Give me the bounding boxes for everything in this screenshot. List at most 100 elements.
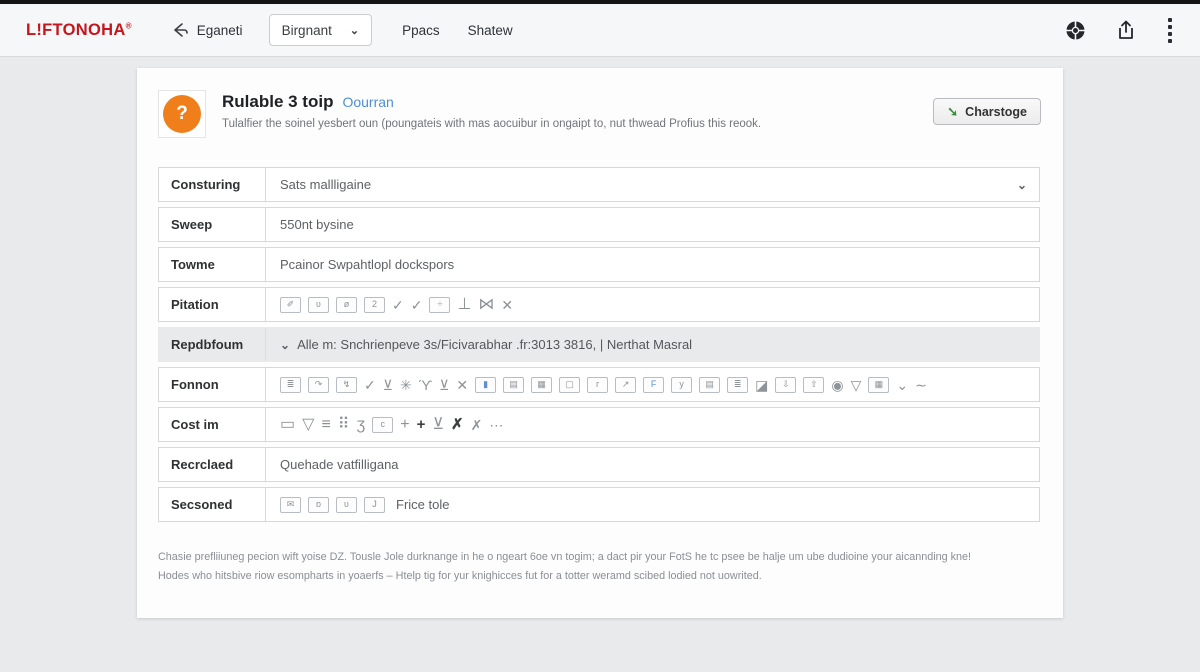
form-row: Fonnon ≣ ↷ ↯ ✓ ⊻ ✳ ϓ ⊻ ✕ ▮ ▤ ▦ ▢ г ↗ Fy ▤ ≣ ◪ ⇩ ⇧ ◉ ▽ ▦ ⌄ ∼: [158, 367, 1040, 402]
cross-bold-icon[interactable]: ✗: [451, 417, 464, 432]
card-icon[interactable]: 2: [364, 297, 385, 313]
icons-row-text: Frice tole: [396, 497, 449, 512]
row-value: ✐ ʋø2 ✓ ✓ ÷ ⊥ ⋈ ✕: [266, 288, 1039, 321]
nav-item-shatew[interactable]: Shatew: [468, 23, 513, 38]
row-value[interactable]: Sats mallligaine ⌄: [266, 168, 1039, 201]
sheet-icon[interactable]: ▦: [868, 377, 889, 393]
flip-horizontal-icon[interactable]: ⋈: [478, 297, 494, 313]
topbar-dropdown[interactable]: Birgnant ⌄: [269, 14, 373, 46]
triangle-icon[interactable]: ▽: [302, 417, 314, 433]
row-label: Pitation: [159, 288, 266, 321]
row-label: Recrclaed: [159, 448, 266, 481]
close-icon[interactable]: ✕: [501, 298, 513, 312]
text-value: Pcainor Swpahtlopl dockspors: [280, 257, 454, 272]
footer-line-2: Hodes who hitsbive riow esompharts in yo…: [158, 567, 1040, 586]
card-icon[interactable]: ✐: [280, 297, 301, 313]
column-blue-icon[interactable]: ▮: [475, 377, 496, 393]
download-icon[interactable]: ⇩: [775, 377, 796, 393]
card-icon[interactable]: ɒ: [308, 497, 329, 513]
globe-icon[interactable]: [1065, 20, 1086, 41]
align-icon[interactable]: ≡: [321, 417, 330, 433]
notes-icon[interactable]: ≣: [280, 377, 301, 393]
trend-icon[interactable]: ↗: [615, 377, 636, 393]
script-icon[interactable]: ʒ: [357, 417, 366, 433]
flag-blue-icon[interactable]: F: [643, 377, 664, 393]
close-icon[interactable]: ✕: [456, 378, 468, 392]
dots-grid-icon[interactable]: ⠿: [338, 417, 350, 433]
topbar: L!FTONOHA® Eganeti Birgnant ⌄ Ppacs Shat…: [0, 4, 1200, 57]
cross-icon[interactable]: ✗: [471, 418, 483, 432]
nav-item-ppacs[interactable]: Ppacs: [402, 23, 440, 38]
check-underline-icon[interactable]: ⊻: [432, 417, 444, 433]
card-icon[interactable]: ✉: [280, 497, 301, 513]
tilde-icon[interactable]: ∼: [915, 378, 927, 392]
row-label: Repdbfoum: [159, 328, 266, 361]
charstoge-button-label: Charstoge: [965, 105, 1027, 119]
form-row: Sweep550nt bysine: [158, 207, 1040, 242]
brand-logo[interactable]: L!FTONOHA®: [26, 21, 132, 40]
lines-icon[interactable]: ≣: [727, 377, 748, 393]
rectangle-icon[interactable]: ▭: [280, 417, 295, 433]
summary-text: Alle m: Snchrienpeve 3s/Ficivarabhar .fr…: [297, 337, 692, 352]
chevron-down-icon: ⌄: [350, 24, 359, 37]
back-arrow-icon: [172, 22, 190, 38]
divide-icon[interactable]: ÷: [429, 297, 450, 313]
redo-icon[interactable]: ↷: [308, 377, 329, 393]
card-icon[interactable]: ʋ: [308, 297, 329, 313]
avatar: ?: [163, 95, 201, 133]
row-label: Secsoned: [159, 488, 266, 521]
share-icon[interactable]: [1116, 19, 1136, 41]
back-button[interactable]: Eganeti: [172, 22, 243, 38]
brush-icon[interactable]: ◪: [755, 378, 768, 392]
check-underline-icon[interactable]: ⊻: [439, 378, 449, 392]
grid-icon[interactable]: ▦: [531, 377, 552, 393]
card-header: ? Rulable 3 toip Oourran Tulalfier the s…: [137, 68, 1063, 138]
row-value[interactable]: Pcainor Swpahtlopl dockspors: [266, 248, 1039, 281]
form-row: Repdbfoum ⌄ Alle m: Snchrienpeve 3s/Ficiva…: [158, 327, 1040, 362]
form-row: Secsoned ✉ ɒʋJ Frice tole: [158, 487, 1040, 522]
bracket-icon[interactable]: J: [364, 497, 385, 513]
avatar-frame: ?: [158, 90, 206, 138]
form-row: Pitation ✐ ʋø2 ✓ ✓ ÷ ⊥ ⋈ ✕: [158, 287, 1040, 322]
plus-icon[interactable]: +: [400, 417, 409, 433]
brand-trademark: ®: [126, 21, 132, 30]
funnel-icon[interactable]: ▽: [851, 378, 862, 392]
row-value[interactable]: ⌄ Alle m: Snchrienpeve 3s/Ficivarabhar .f…: [266, 328, 1039, 361]
chevron-down-icon: ⌄: [280, 338, 290, 352]
plus-bold-icon[interactable]: +: [417, 417, 426, 432]
send-icon: ➘: [947, 105, 958, 118]
y-axis-icon[interactable]: y: [671, 377, 692, 393]
empty-frame-icon[interactable]: ▢: [559, 377, 580, 393]
key-icon[interactable]: ↯: [336, 377, 357, 393]
check-icon[interactable]: ✓: [364, 378, 376, 392]
asterisk-icon[interactable]: ✳: [400, 378, 412, 392]
chevron-down-icon: ⌄: [1017, 178, 1027, 192]
footer-note: Chasie prefliiuneg pecion wift yoise DZ.…: [158, 548, 1040, 586]
table-icon[interactable]: ▤: [503, 377, 524, 393]
corner-icon[interactable]: г: [587, 377, 608, 393]
list-icon[interactable]: ▤: [699, 377, 720, 393]
chevron-down-icon[interactable]: ⌄: [896, 378, 908, 392]
glyph-icon[interactable]: ϓ: [419, 378, 432, 392]
c-badge-icon[interactable]: c: [372, 417, 393, 433]
row-value[interactable]: Quehade vatfilligana: [266, 448, 1039, 481]
form-rows: ConsturingSats mallligaine⌄Sweep550nt by…: [158, 167, 1040, 522]
charstoge-button[interactable]: ➘ Charstoge: [933, 98, 1041, 125]
title-link[interactable]: Oourran: [342, 94, 393, 110]
more-icon[interactable]: ⋯: [489, 418, 503, 432]
card-icon[interactable]: ʋ: [336, 497, 357, 513]
row-label: Fonnon: [159, 368, 266, 401]
card-heading-block: Rulable 3 toip Oourran Tulalfier the soi…: [222, 90, 761, 138]
row-value[interactable]: 550nt bysine: [266, 208, 1039, 241]
upload-icon[interactable]: ⇧: [803, 377, 824, 393]
check-underline-icon[interactable]: ⊻: [383, 378, 393, 392]
target-icon[interactable]: ◉: [831, 378, 843, 392]
check-icon[interactable]: ✓: [392, 298, 404, 312]
overflow-menu-icon[interactable]: [1166, 16, 1174, 45]
page-title: Rulable 3 toip: [222, 92, 333, 112]
check-icon[interactable]: ✓: [411, 298, 423, 312]
baseline-icon[interactable]: ⊥: [457, 297, 471, 313]
card-icon[interactable]: ø: [336, 297, 357, 313]
select-value: Sats mallligaine: [280, 177, 371, 192]
main-card: ? Rulable 3 toip Oourran Tulalfier the s…: [137, 68, 1063, 618]
